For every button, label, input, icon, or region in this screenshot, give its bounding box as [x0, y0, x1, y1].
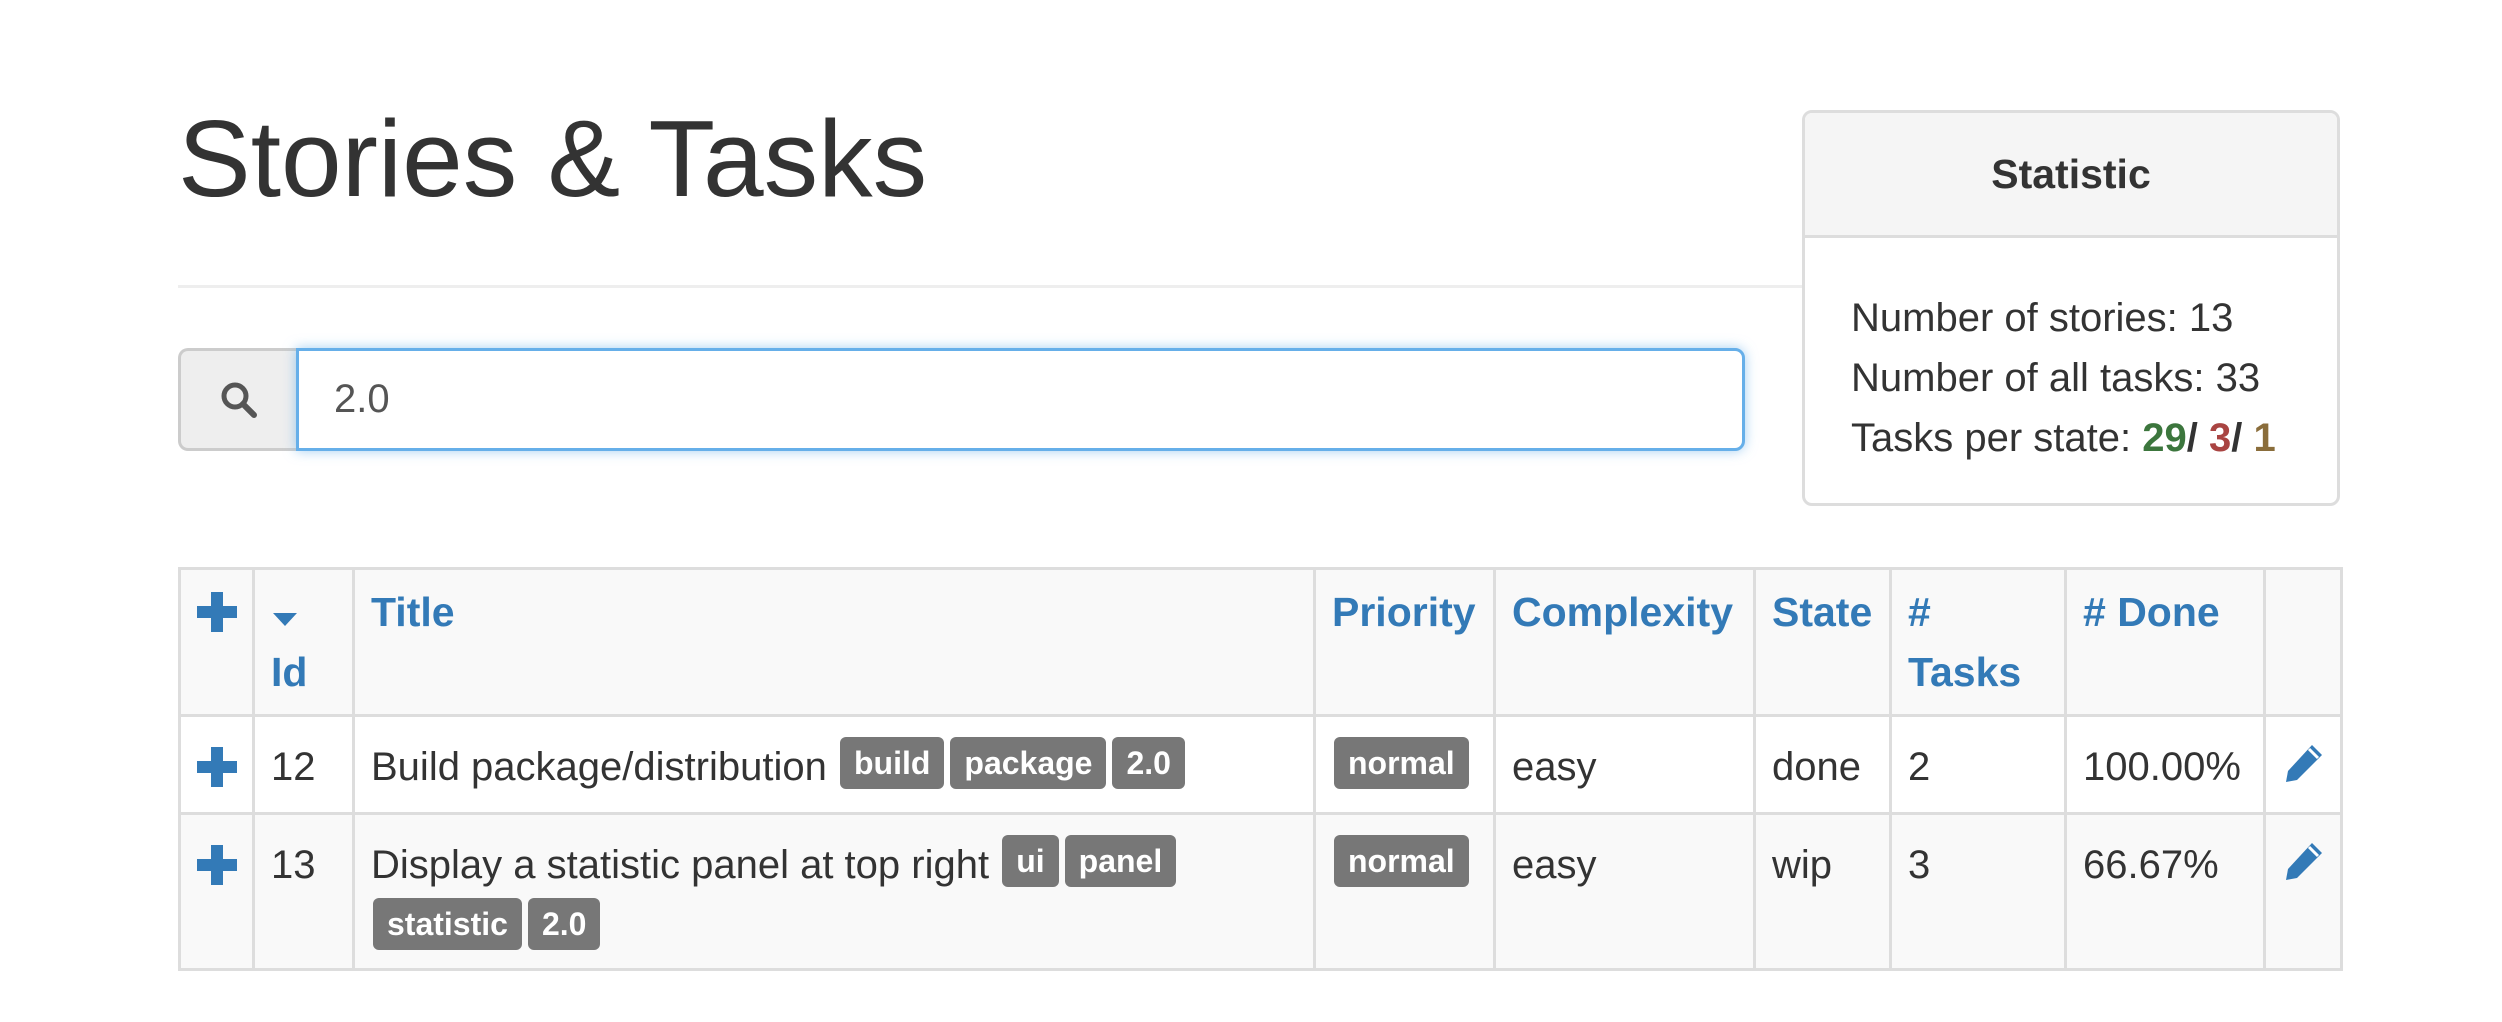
pencil-icon[interactable] [2282, 741, 2326, 802]
stories-table: Id Title Priority Complexity State # Tas… [178, 567, 2343, 971]
tag-label: package [950, 737, 1107, 790]
state-header[interactable]: State [1753, 567, 1892, 717]
id-header[interactable]: Id [252, 567, 355, 717]
complexity-cell: easy [1493, 714, 1756, 815]
tasks-count-label: Number of all tasks: [1851, 356, 2216, 400]
priority-label: normal [1334, 835, 1469, 888]
state-cell: wip [1753, 812, 1892, 971]
edit-header [2263, 567, 2343, 717]
title-divider [178, 285, 1818, 288]
done-cell: 66.67% [2064, 812, 2266, 971]
tasks-count-line: Number of all tasks: 33 [1851, 348, 2337, 408]
tasks-header-line1[interactable]: # [1908, 589, 1931, 635]
tag-label: ui [1002, 835, 1059, 888]
tag-label: statistic [373, 897, 522, 950]
tasks-header[interactable]: # Tasks [1889, 567, 2067, 717]
tag-label: 2.0 [1112, 737, 1185, 790]
id-cell: 12 [252, 714, 355, 815]
edit-cell [2263, 812, 2343, 971]
expand-cell [178, 714, 255, 815]
page-title: Stories & Tasks [178, 98, 928, 220]
table-header-row: Id Title Priority Complexity State # Tas… [178, 567, 2343, 717]
tasks-header-line2[interactable]: Tasks [1908, 649, 2021, 695]
title-cell: Display a statistic panel at top right u… [352, 812, 1316, 971]
state-separator: / [2186, 416, 2198, 460]
expand-cell [178, 812, 255, 971]
priority-cell: normal [1313, 812, 1496, 971]
priority-label: normal [1334, 737, 1469, 790]
title-header[interactable]: Title [352, 567, 1316, 717]
plus-icon[interactable] [197, 845, 237, 885]
stories-count-line: Number of stories: 13 [1851, 288, 2337, 348]
edit-cell [2263, 714, 2343, 815]
caret-down-icon[interactable] [273, 613, 297, 626]
plus-icon[interactable] [197, 747, 237, 787]
id-cell: 13 [252, 812, 355, 971]
stories-count-label: Number of stories: [1851, 296, 2189, 340]
complexity-cell: easy [1493, 812, 1756, 971]
tasks-per-state-line: Tasks per state: 29/ 3/ 1 [1851, 408, 2337, 468]
table-row: 13 Display a statistic panel at top righ… [178, 812, 2343, 971]
tasks-per-state-label: Tasks per state: [1851, 416, 2143, 460]
state-separator: / [2231, 416, 2243, 460]
tag-label: build [839, 737, 945, 790]
tasks-cell: 2 [1889, 714, 2067, 815]
complexity-header[interactable]: Complexity [1493, 567, 1756, 717]
tasks-count-value: 33 [2215, 356, 2261, 400]
tag-label: 2.0 [527, 897, 601, 950]
tasks-cell: 3 [1889, 812, 2067, 971]
priority-header[interactable]: Priority [1313, 567, 1496, 717]
done-count: 29 [2142, 416, 2187, 460]
statistic-body: Number of stories: 13 Number of all task… [1805, 238, 2337, 468]
story-title: Build package/distribution [371, 745, 827, 789]
table-row: 12 Build package/distribution build packa… [178, 714, 2343, 815]
page: Stories & Tasks Statistic Number of stor… [0, 0, 2502, 1022]
add-story-header [178, 567, 255, 717]
statistic-panel: Statistic Number of stories: 13 Number o… [1802, 110, 2340, 506]
story-title: Display a statistic panel at top right [371, 843, 990, 887]
stories-count-value: 13 [2188, 296, 2234, 340]
title-cell: Build package/distribution build package 2… [352, 714, 1316, 815]
id-header-label[interactable]: Id [271, 649, 307, 695]
search-icon [178, 348, 296, 451]
statistic-heading: Statistic [1805, 113, 2337, 238]
done-cell: 100.00% [2064, 714, 2266, 815]
todo-count: 1 [2253, 416, 2276, 460]
tag-label: panel [1064, 835, 1177, 888]
done-header[interactable]: # Done [2064, 567, 2266, 717]
search-input[interactable] [296, 348, 1745, 451]
search-group [178, 348, 1745, 451]
priority-cell: normal [1313, 714, 1496, 815]
state-cell: done [1753, 714, 1892, 815]
plus-icon[interactable] [197, 592, 237, 632]
pencil-icon[interactable] [2282, 839, 2326, 900]
wip-count: 3 [2208, 416, 2232, 460]
